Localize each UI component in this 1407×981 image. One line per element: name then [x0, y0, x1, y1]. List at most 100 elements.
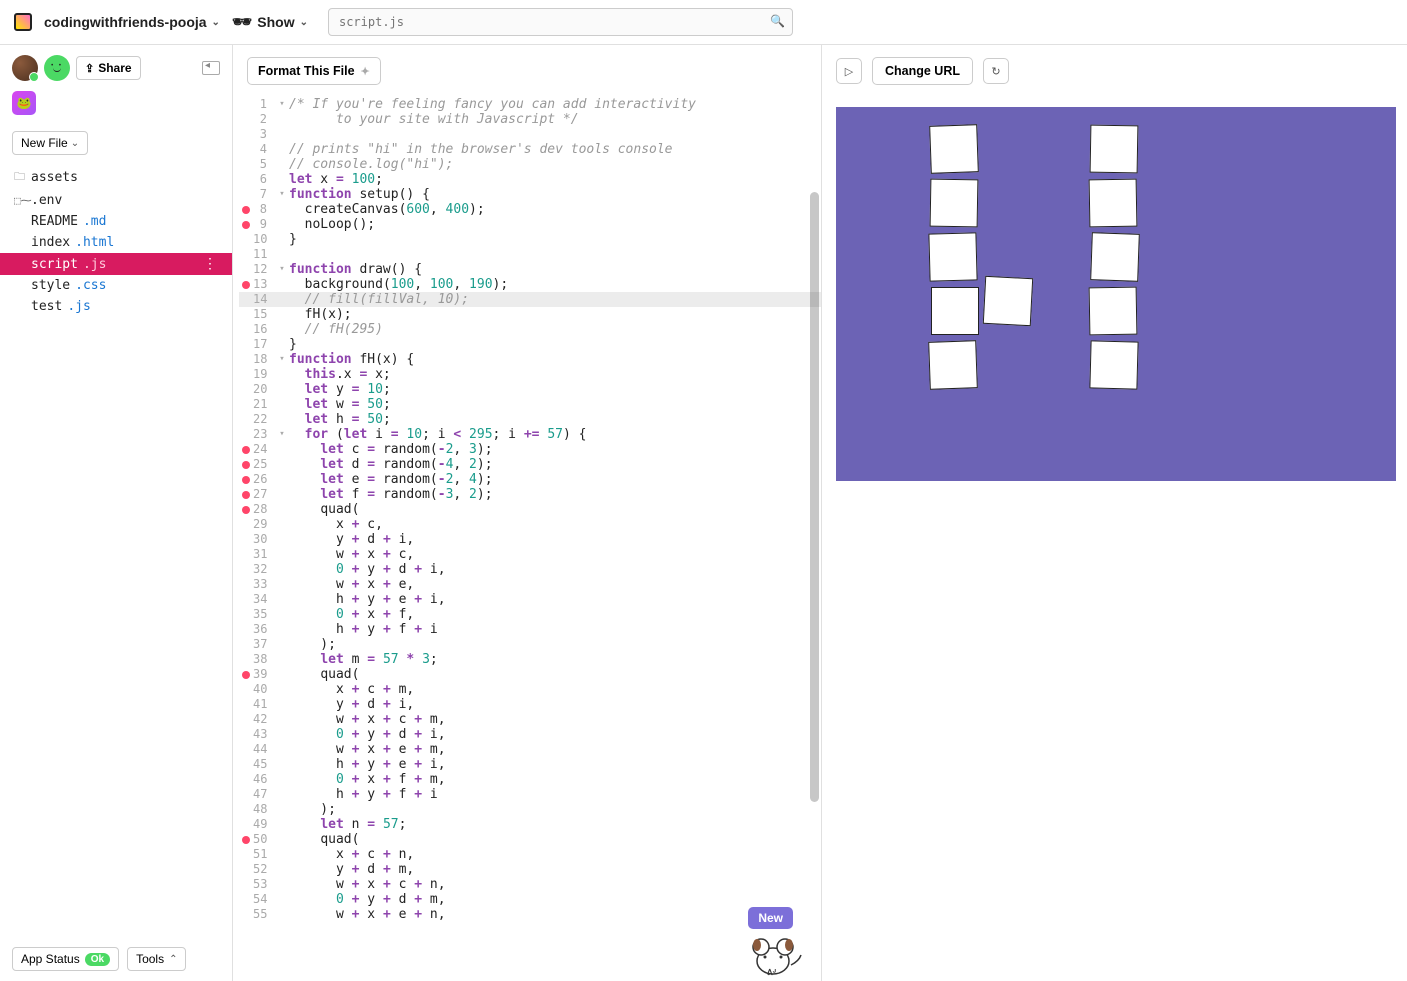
code-line[interactable]: 29 x + c,: [239, 517, 821, 532]
code-line[interactable]: 49 let n = 57;: [239, 817, 821, 832]
code-line[interactable]: 22 let h = 50;: [239, 412, 821, 427]
code-line[interactable]: 34 h + y + e + i,: [239, 592, 821, 607]
code-line[interactable]: 53 w + x + c + n,: [239, 877, 821, 892]
change-url-button[interactable]: Change URL: [872, 57, 973, 85]
project-avatar-icon[interactable]: 🐸: [12, 91, 36, 115]
code-line[interactable]: 54 0 + y + d + m,: [239, 892, 821, 907]
tools-button[interactable]: Tools ⌃: [127, 947, 186, 971]
code-line[interactable]: 6let x = 100;: [239, 172, 821, 187]
p5-canvas: [836, 107, 1396, 481]
code-line[interactable]: 50 quad(: [239, 832, 821, 847]
code-line[interactable]: 9 noLoop();: [239, 217, 821, 232]
glitch-logo-icon[interactable]: [14, 13, 32, 31]
line-number: 11: [253, 247, 277, 262]
code-line[interactable]: 55 w + x + e + n,: [239, 907, 821, 922]
code-line[interactable]: 16 // fH(295): [239, 322, 821, 337]
new-badge[interactable]: New: [748, 907, 793, 929]
code-line[interactable]: 14 // fill(fillVal, 10);: [239, 292, 821, 307]
code-editor[interactable]: 1▾/* If you're feeling fancy you can add…: [233, 97, 821, 981]
code-line[interactable]: 47 h + y + f + i: [239, 787, 821, 802]
code-line[interactable]: 45 h + y + e + i,: [239, 757, 821, 772]
fold-icon[interactable]: ▾: [277, 187, 287, 202]
code-line[interactable]: 10}: [239, 232, 821, 247]
code-line[interactable]: 31 w + x + c,: [239, 547, 821, 562]
rewind-icon[interactable]: [202, 61, 220, 75]
code-line[interactable]: 11: [239, 247, 821, 262]
reload-button[interactable]: ↻: [983, 58, 1009, 84]
file-item-script-js[interactable]: script.js⋮: [0, 253, 232, 275]
avatar-user-1[interactable]: [12, 55, 38, 81]
avatar-user-2[interactable]: [44, 55, 70, 81]
code-line[interactable]: 7▾function setup() {: [239, 187, 821, 202]
file-name: assets: [31, 170, 78, 185]
main: ⇪ Share 🐸 New File ⌄ 🗀assets⬚⁓.envREADME…: [0, 45, 1407, 981]
fold-icon[interactable]: ▾: [277, 262, 287, 277]
code-line[interactable]: 44 w + x + e + m,: [239, 742, 821, 757]
code-line[interactable]: 43 0 + y + d + i,: [239, 727, 821, 742]
fold-icon: [277, 712, 287, 727]
file-item-style-css[interactable]: style.css: [0, 275, 232, 296]
code-line[interactable]: 20 let y = 10;: [239, 382, 821, 397]
code-content: // console.log("hi");: [287, 157, 821, 172]
preview-toolbar: ▷ Change URL ↻: [822, 45, 1407, 97]
file-item-README-md[interactable]: README.md: [0, 211, 232, 232]
show-dropdown[interactable]: 🕶 Show ⌄: [232, 12, 308, 32]
share-button[interactable]: ⇪ Share: [76, 56, 141, 80]
code-line[interactable]: 39 quad(: [239, 667, 821, 682]
new-file-button[interactable]: New File ⌄: [12, 131, 88, 155]
chevron-down-icon: ⌄: [212, 17, 220, 28]
code-line[interactable]: 4// prints "hi" in the browser's dev too…: [239, 142, 821, 157]
code-line[interactable]: 13 background(100, 100, 190);: [239, 277, 821, 292]
code-line[interactable]: 51 x + c + n,: [239, 847, 821, 862]
scrollbar[interactable]: [810, 192, 819, 802]
code-line[interactable]: 28 quad(: [239, 502, 821, 517]
code-line[interactable]: 37 );: [239, 637, 821, 652]
file-item-assets[interactable]: 🗀assets: [0, 165, 232, 190]
code-line[interactable]: 38 let m = 57 * 3;: [239, 652, 821, 667]
fold-icon[interactable]: ▾: [277, 427, 287, 442]
code-line[interactable]: 8 createCanvas(600, 400);: [239, 202, 821, 217]
fold-icon[interactable]: ▾: [277, 352, 287, 367]
code-line[interactable]: 35 0 + x + f,: [239, 607, 821, 622]
code-line[interactable]: 52 y + d + m,: [239, 862, 821, 877]
code-line[interactable]: 12▾function draw() {: [239, 262, 821, 277]
code-line[interactable]: 48 );: [239, 802, 821, 817]
format-file-button[interactable]: Format This File ✦: [247, 57, 381, 85]
play-button[interactable]: ▷: [836, 58, 862, 84]
search-input[interactable]: [328, 8, 793, 36]
code-line[interactable]: 46 0 + x + f + m,: [239, 772, 821, 787]
code-line[interactable]: 18▾function fH(x) {: [239, 352, 821, 367]
code-line[interactable]: 21 let w = 50;: [239, 397, 821, 412]
code-line[interactable]: 40 x + c + m,: [239, 682, 821, 697]
line-number: 13: [253, 277, 277, 292]
code-line[interactable]: 26 let e = random(-2, 4);: [239, 472, 821, 487]
file-menu-icon[interactable]: ⋮: [203, 256, 218, 272]
code-line[interactable]: 1▾/* If you're feeling fancy you can add…: [239, 97, 821, 112]
file-item-test-js[interactable]: test.js: [0, 296, 232, 317]
code-line[interactable]: 24 let c = random(-2, 3);: [239, 442, 821, 457]
gutter-dot: [239, 382, 253, 397]
code-line[interactable]: 41 y + d + i,: [239, 697, 821, 712]
canvas-quad: [1090, 125, 1139, 174]
code-line[interactable]: 33 w + x + e,: [239, 577, 821, 592]
code-line[interactable]: 27 let f = random(-3, 2);: [239, 487, 821, 502]
code-line[interactable]: 42 w + x + c + m,: [239, 712, 821, 727]
code-line[interactable]: 5// console.log("hi");: [239, 157, 821, 172]
gutter-dot: [239, 652, 253, 667]
file-item-index-html[interactable]: index.html: [0, 232, 232, 253]
code-line[interactable]: 17}: [239, 337, 821, 352]
code-line[interactable]: 32 0 + y + d + i,: [239, 562, 821, 577]
code-line[interactable]: 19 this.x = x;: [239, 367, 821, 382]
project-name-dropdown[interactable]: codingwithfriends-pooja ⌄: [44, 14, 220, 30]
code-line[interactable]: 36 h + y + f + i: [239, 622, 821, 637]
code-line[interactable]: 15 fH(x);: [239, 307, 821, 322]
code-line[interactable]: 25 let d = random(-4, 2);: [239, 457, 821, 472]
code-line[interactable]: 3: [239, 127, 821, 142]
fold-icon[interactable]: ▾: [277, 97, 287, 112]
app-status-button[interactable]: App Status Ok: [12, 947, 119, 971]
file-item--env[interactable]: ⬚⁓.env: [0, 190, 232, 211]
code-line[interactable]: 23▾ for (let i = 10; i < 295; i += 57) {: [239, 427, 821, 442]
code-line[interactable]: 30 y + d + i,: [239, 532, 821, 547]
format-label: Format This File: [258, 64, 355, 78]
code-line[interactable]: 2 to your site with Javascript */: [239, 112, 821, 127]
